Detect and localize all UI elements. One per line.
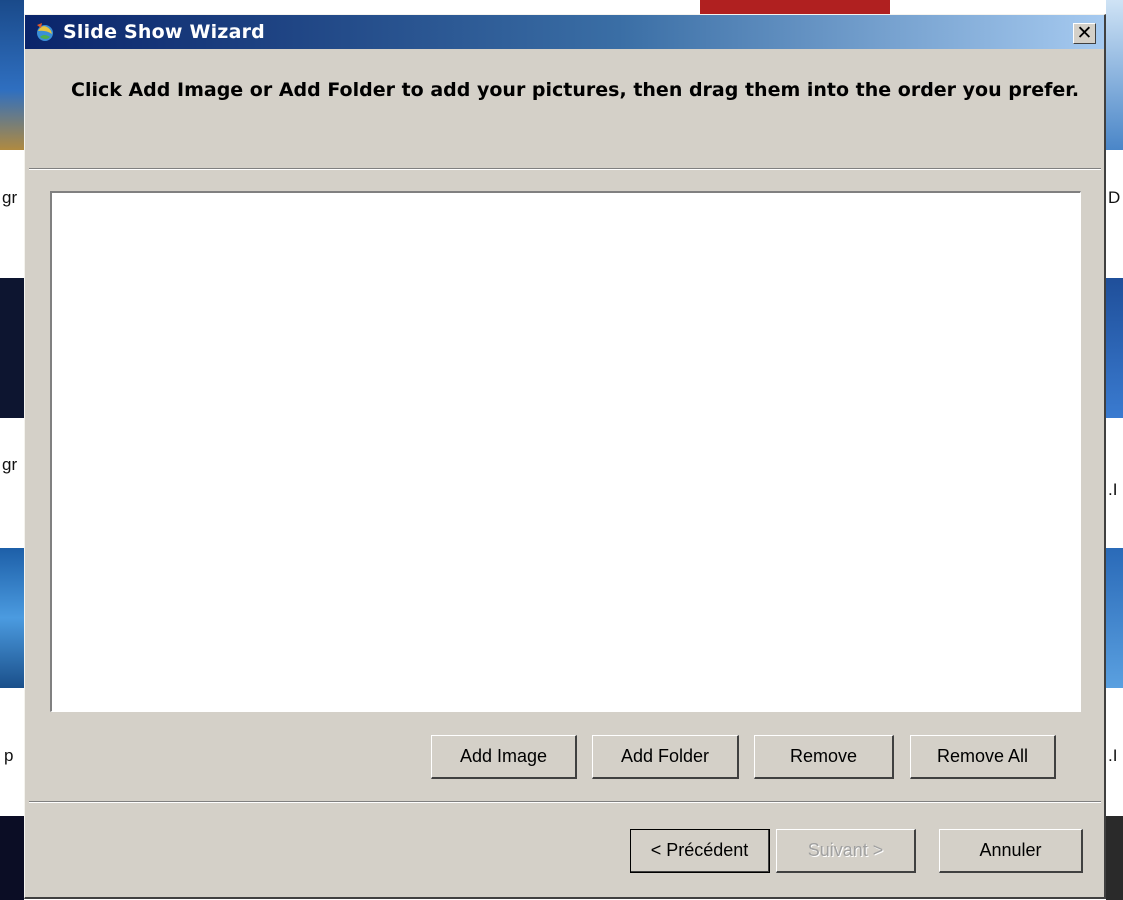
instruction-text: Click Add Image or Add Folder to add you…	[71, 79, 1080, 101]
background-label: .I	[1108, 480, 1118, 499]
remove-button[interactable]: Remove	[754, 735, 894, 779]
back-button[interactable]: < Précédent	[630, 829, 770, 873]
close-button[interactable]: ✕	[1073, 23, 1096, 44]
background-thumbnail	[0, 0, 24, 150]
footer-divider	[29, 801, 1101, 803]
background-label: .I	[1108, 746, 1118, 765]
background-thumbnail	[1106, 0, 1123, 150]
background-thumbnail	[1106, 816, 1123, 900]
slide-show-wizard-dialog: Slide Show Wizard ✕ Click Add Image or A…	[24, 14, 1106, 899]
next-button[interactable]: Suivant >	[776, 829, 916, 873]
background-thumbnail	[1106, 278, 1123, 418]
image-list[interactable]	[50, 191, 1081, 712]
background-label: D	[1108, 188, 1121, 207]
background-thumbnail	[0, 278, 24, 418]
background-thumbnail	[1106, 548, 1123, 688]
background-thumbnail	[0, 548, 24, 688]
background-label: gr	[2, 455, 18, 474]
background-label: p	[4, 746, 14, 765]
cancel-button[interactable]: Annuler	[939, 829, 1083, 873]
add-folder-button[interactable]: Add Folder	[592, 735, 739, 779]
close-icon: ✕	[1076, 22, 1093, 44]
background-window	[0, 0, 1123, 12]
title-bar[interactable]: Slide Show Wizard ✕	[25, 15, 1104, 49]
background-thumbnail	[700, 0, 890, 14]
photo-wizard-icon	[37, 23, 53, 41]
remove-all-button[interactable]: Remove All	[910, 735, 1056, 779]
window-title: Slide Show Wizard	[63, 21, 265, 43]
add-image-button[interactable]: Add Image	[431, 735, 577, 779]
wizard-header	[25, 49, 1104, 169]
header-divider	[29, 168, 1101, 170]
background-label: gr	[2, 188, 18, 207]
background-thumbnail	[0, 816, 24, 900]
